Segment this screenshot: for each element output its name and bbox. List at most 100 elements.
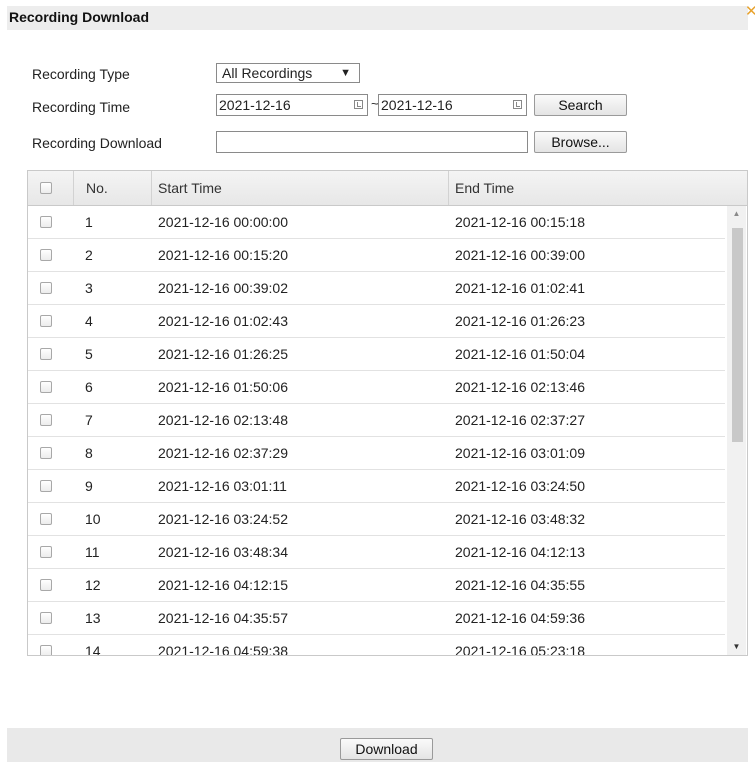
browse-button[interactable]: Browse...	[534, 131, 627, 153]
select-all-checkbox[interactable]	[40, 182, 52, 194]
row-checkbox[interactable]	[40, 447, 52, 459]
header-no[interactable]: No.	[74, 171, 152, 205]
table-row[interactable]: 7 2021-12-16 02:13:48 2021-12-16 02:37:27	[28, 404, 725, 437]
row-end-time: 2021-12-16 00:39:00	[455, 247, 585, 263]
row-end-time: 2021-12-16 01:02:41	[455, 280, 585, 296]
row-number: 5	[85, 346, 93, 362]
table-row[interactable]: 14 2021-12-16 04:59:38 2021-12-16 05:23:18	[28, 635, 725, 656]
row-end-time: 2021-12-16 05:23:18	[455, 643, 585, 656]
row-end-time: 2021-12-16 00:15:18	[455, 214, 585, 230]
scrollbar-thumb[interactable]	[732, 228, 743, 442]
row-checkbox[interactable]	[40, 315, 52, 327]
header-start-time[interactable]: Start Time	[152, 171, 449, 205]
row-start-time: 2021-12-16 04:59:38	[158, 643, 288, 656]
end-date-input[interactable]: 2021-12-16	[378, 94, 527, 116]
calendar-icon[interactable]	[354, 100, 363, 109]
row-start-time: 2021-12-16 02:37:29	[158, 445, 288, 461]
row-end-time: 2021-12-16 03:01:09	[455, 445, 585, 461]
recording-time-label: Recording Time	[32, 99, 131, 115]
row-end-time: 2021-12-16 03:24:50	[455, 478, 585, 494]
row-number: 7	[85, 412, 93, 428]
table-row[interactable]: 4 2021-12-16 01:02:43 2021-12-16 01:26:23	[28, 305, 725, 338]
row-number: 8	[85, 445, 93, 461]
row-start-time: 2021-12-16 04:35:57	[158, 610, 288, 626]
row-checkbox[interactable]	[40, 249, 52, 261]
row-start-time: 2021-12-16 01:50:06	[158, 379, 288, 395]
start-date-value: 2021-12-16	[219, 97, 291, 113]
search-button[interactable]: Search	[534, 94, 627, 116]
recordings-table: No. Start Time End Time 1 2021-12-16 00:0…	[27, 170, 748, 656]
row-end-time: 2021-12-16 02:37:27	[455, 412, 585, 428]
close-icon[interactable]: ✕	[745, 4, 755, 20]
row-start-time: 2021-12-16 04:12:15	[158, 577, 288, 593]
table-row[interactable]: 6 2021-12-16 01:50:06 2021-12-16 02:13:46	[28, 371, 725, 404]
row-number: 1	[85, 214, 93, 230]
row-start-time: 2021-12-16 01:02:43	[158, 313, 288, 329]
row-number: 12	[85, 577, 101, 593]
scroll-up-icon[interactable]: ▲	[727, 206, 746, 222]
row-end-time: 2021-12-16 03:48:32	[455, 511, 585, 527]
row-end-time: 2021-12-16 02:13:46	[455, 379, 585, 395]
row-number: 6	[85, 379, 93, 395]
table-row[interactable]: 5 2021-12-16 01:26:25 2021-12-16 01:50:04	[28, 338, 725, 371]
row-start-time: 2021-12-16 00:39:02	[158, 280, 288, 296]
table-row[interactable]: 13 2021-12-16 04:35:57 2021-12-16 04:59:36	[28, 602, 725, 635]
table-row[interactable]: 12 2021-12-16 04:12:15 2021-12-16 04:35:55	[28, 569, 725, 602]
row-start-time: 2021-12-16 03:24:52	[158, 511, 288, 527]
row-checkbox[interactable]	[40, 645, 52, 655]
table-scrollbar[interactable]: ▲ ▼	[727, 206, 746, 655]
row-number: 3	[85, 280, 93, 296]
row-checkbox[interactable]	[40, 480, 52, 492]
end-date-value: 2021-12-16	[381, 97, 453, 113]
table-row[interactable]: 2 2021-12-16 00:15:20 2021-12-16 00:39:00	[28, 239, 725, 272]
download-path-input[interactable]	[216, 131, 528, 153]
recording-download-dialog: Recording Download ✕ Recording Type All …	[0, 0, 755, 762]
row-start-time: 2021-12-16 00:15:20	[158, 247, 288, 263]
table-row[interactable]: 3 2021-12-16 00:39:02 2021-12-16 01:02:41	[28, 272, 725, 305]
table-row[interactable]: 10 2021-12-16 03:24:52 2021-12-16 03:48:32	[28, 503, 725, 536]
recording-type-select[interactable]: All Recordings ▼	[216, 63, 360, 83]
header-end-time[interactable]: End Time	[449, 171, 747, 205]
row-number: 4	[85, 313, 93, 329]
row-number: 14	[85, 643, 101, 656]
recording-type-label: Recording Type	[32, 66, 130, 82]
row-checkbox[interactable]	[40, 612, 52, 624]
row-end-time: 2021-12-16 01:26:23	[455, 313, 585, 329]
table-row[interactable]: 1 2021-12-16 00:00:00 2021-12-16 00:15:18	[28, 206, 725, 239]
row-checkbox[interactable]	[40, 381, 52, 393]
row-number: 11	[85, 544, 100, 560]
header-select-cell	[28, 171, 74, 205]
row-checkbox[interactable]	[40, 414, 52, 426]
table-row[interactable]: 9 2021-12-16 03:01:11 2021-12-16 03:24:50	[28, 470, 725, 503]
recording-download-label: Recording Download	[32, 135, 162, 151]
row-end-time: 2021-12-16 04:59:36	[455, 610, 585, 626]
row-start-time: 2021-12-16 01:26:25	[158, 346, 288, 362]
row-number: 13	[85, 610, 101, 626]
row-end-time: 2021-12-16 04:35:55	[455, 577, 585, 593]
calendar-icon[interactable]	[513, 100, 522, 109]
dialog-title: Recording Download	[9, 9, 149, 25]
dialog-title-bar: Recording Download	[7, 6, 748, 30]
row-checkbox[interactable]	[40, 579, 52, 591]
row-number: 10	[85, 511, 101, 527]
row-start-time: 2021-12-16 02:13:48	[158, 412, 288, 428]
row-start-time: 2021-12-16 03:01:11	[158, 478, 287, 494]
row-start-time: 2021-12-16 00:00:00	[158, 214, 288, 230]
row-checkbox[interactable]	[40, 216, 52, 228]
row-end-time: 2021-12-16 04:12:13	[455, 544, 585, 560]
table-row[interactable]: 11 2021-12-16 03:48:34 2021-12-16 04:12:13	[28, 536, 725, 569]
row-checkbox[interactable]	[40, 513, 52, 525]
row-number: 9	[85, 478, 93, 494]
row-start-time: 2021-12-16 03:48:34	[158, 544, 288, 560]
table-header: No. Start Time End Time	[28, 171, 747, 206]
start-date-input[interactable]: 2021-12-16	[216, 94, 368, 116]
row-checkbox[interactable]	[40, 546, 52, 558]
download-button[interactable]: Download	[340, 738, 433, 760]
chevron-down-icon: ▼	[340, 67, 351, 79]
scroll-down-icon[interactable]: ▼	[727, 639, 746, 655]
row-number: 2	[85, 247, 93, 263]
row-checkbox[interactable]	[40, 348, 52, 360]
recording-type-value: All Recordings	[222, 65, 313, 81]
table-row[interactable]: 8 2021-12-16 02:37:29 2021-12-16 03:01:09	[28, 437, 725, 470]
row-checkbox[interactable]	[40, 282, 52, 294]
